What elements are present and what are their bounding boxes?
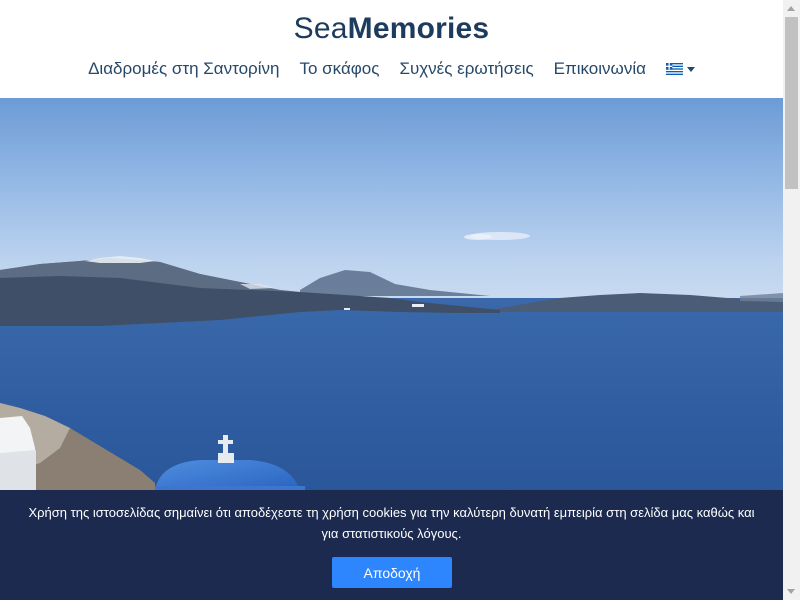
- scrollbar-thumb[interactable]: [785, 17, 798, 189]
- scroll-up-button[interactable]: [783, 0, 800, 17]
- vertical-scrollbar[interactable]: [783, 0, 800, 600]
- site-logo[interactable]: SeaMemories: [0, 12, 783, 46]
- main-nav: Διαδρομές στη Σαντορίνη Το σκάφος Συχνές…: [0, 59, 783, 79]
- cookie-banner: Χρήση της ιστοσελίδας σημαίνει ότι αποδέ…: [0, 490, 783, 600]
- accept-cookies-button[interactable]: Αποδοχή: [332, 557, 452, 588]
- nav-contact-link[interactable]: Επικοινωνία: [554, 59, 646, 79]
- greek-flag-icon: [665, 63, 683, 75]
- arrow-up-icon: [787, 6, 795, 11]
- caret-down-icon: [686, 66, 695, 72]
- nav-tours-link[interactable]: Διαδρομές στη Σαντορίνη: [88, 59, 279, 79]
- logo-text-sea: Sea: [293, 12, 348, 45]
- scroll-down-button[interactable]: [783, 583, 800, 600]
- language-selector[interactable]: [665, 63, 695, 75]
- cookie-message: Χρήση της ιστοσελίδας σημαίνει ότι αποδέ…: [28, 505, 755, 541]
- nav-faq-link[interactable]: Συχνές ερωτήσεις: [399, 59, 533, 79]
- nav-boat-link[interactable]: Το σκάφος: [299, 59, 379, 79]
- site-header: SeaMemories Διαδρομές στη Σαντορίνη Το σ…: [0, 0, 783, 98]
- logo-text-memories: Memories: [347, 12, 490, 45]
- arrow-down-icon: [787, 589, 795, 594]
- page: SeaMemories Διαδρομές στη Σαντορίνη Το σ…: [0, 0, 800, 600]
